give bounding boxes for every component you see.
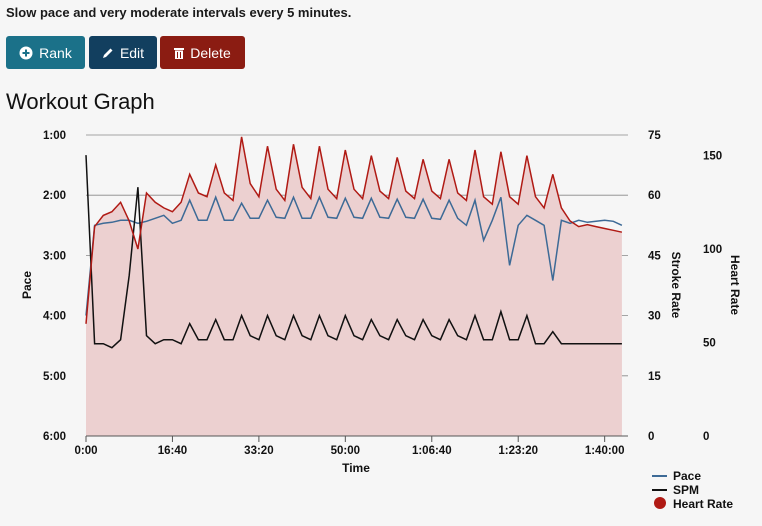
pace-tick-label: 4:00 — [43, 311, 66, 323]
legend-spm: SPM — [673, 483, 699, 497]
x-tick-label: 50:00 — [331, 445, 360, 457]
spm-tick-label: 75 — [648, 130, 661, 142]
x-tick-label: 1:06:40 — [412, 445, 452, 457]
x-tick-label: 33:20 — [244, 445, 273, 457]
spm-tick-label: 15 — [648, 371, 661, 383]
x-tick-label: 16:40 — [158, 445, 187, 457]
pace-tick-label: 6:00 — [43, 431, 66, 443]
legend: Pace SPM Heart Rate — [652, 469, 733, 511]
spm-axis-title: Stroke Rate — [669, 252, 683, 319]
spm-tick-label: 60 — [648, 190, 661, 202]
pace-tick-label: 1:00 — [43, 130, 66, 142]
x-tick-label: 1:40:00 — [585, 445, 625, 457]
spm-tick-label: 0 — [648, 431, 654, 443]
spm-tick-label: 45 — [648, 250, 661, 262]
pace-tick-label: 3:00 — [43, 250, 66, 262]
hr-tick-label: 50 — [703, 338, 716, 350]
pace-axis-title: Pace — [20, 271, 34, 299]
legend-heart-rate: Heart Rate — [673, 497, 733, 511]
legend-hr-swatch — [654, 497, 666, 509]
spm-tick-label: 30 — [648, 311, 661, 323]
hr-tick-label: 100 — [703, 244, 722, 256]
heart-rate-area — [86, 136, 622, 436]
workout-chart: 1:002:003:004:005:006:007560453015015010… — [20, 130, 742, 511]
x-tick-label: 1:23:20 — [498, 445, 538, 457]
x-axis-title: Time — [342, 461, 370, 475]
x-tick-label: 0:00 — [74, 445, 97, 457]
hr-tick-label: 0 — [703, 431, 709, 443]
hr-tick-label: 150 — [703, 151, 722, 163]
pace-tick-label: 2:00 — [43, 190, 66, 202]
legend-pace: Pace — [673, 469, 701, 483]
pace-tick-label: 5:00 — [43, 371, 66, 383]
hr-axis-title: Heart Rate — [728, 255, 742, 315]
